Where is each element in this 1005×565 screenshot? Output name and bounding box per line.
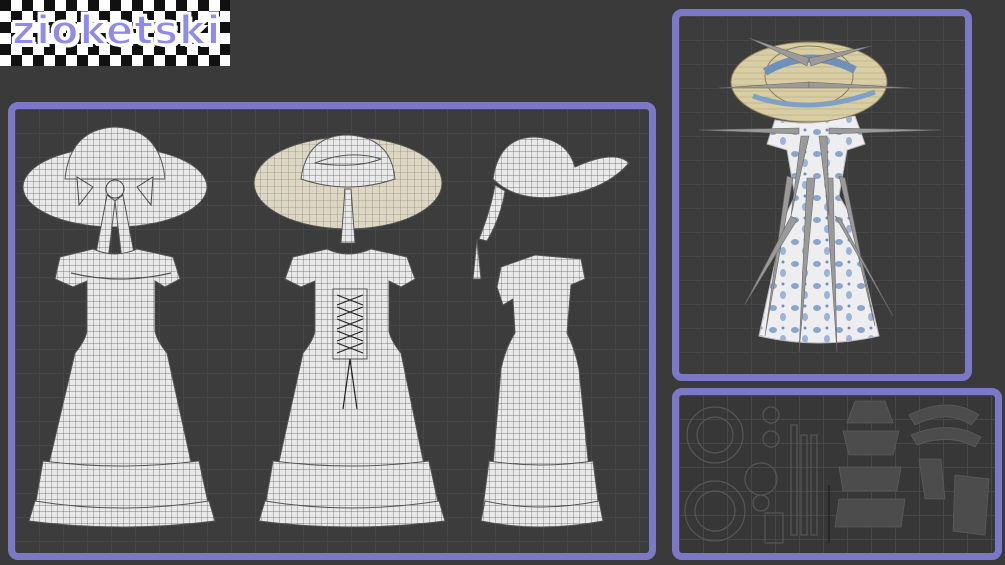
back-dress — [258, 248, 446, 528]
textured-render-panel — [672, 9, 972, 381]
logo-text: zioketski — [11, 7, 222, 55]
logo-checkered-badge: zioketski — [0, 0, 230, 66]
back-view-model — [253, 134, 446, 528]
side-view-model — [472, 136, 630, 528]
front-hat — [22, 126, 208, 270]
front-dress — [28, 248, 216, 528]
render-dress — [758, 115, 880, 344]
textured-render-canvas — [698, 37, 942, 353]
wireframe-views-canvas — [22, 126, 630, 528]
wireframe-views-panel — [8, 102, 656, 560]
uv-layout-canvas — [684, 400, 990, 544]
front-view-model — [22, 126, 216, 528]
back-hat — [253, 134, 443, 244]
uv-islands — [684, 406, 818, 544]
side-dress — [480, 254, 604, 528]
uv-layout-panel — [672, 388, 1002, 560]
